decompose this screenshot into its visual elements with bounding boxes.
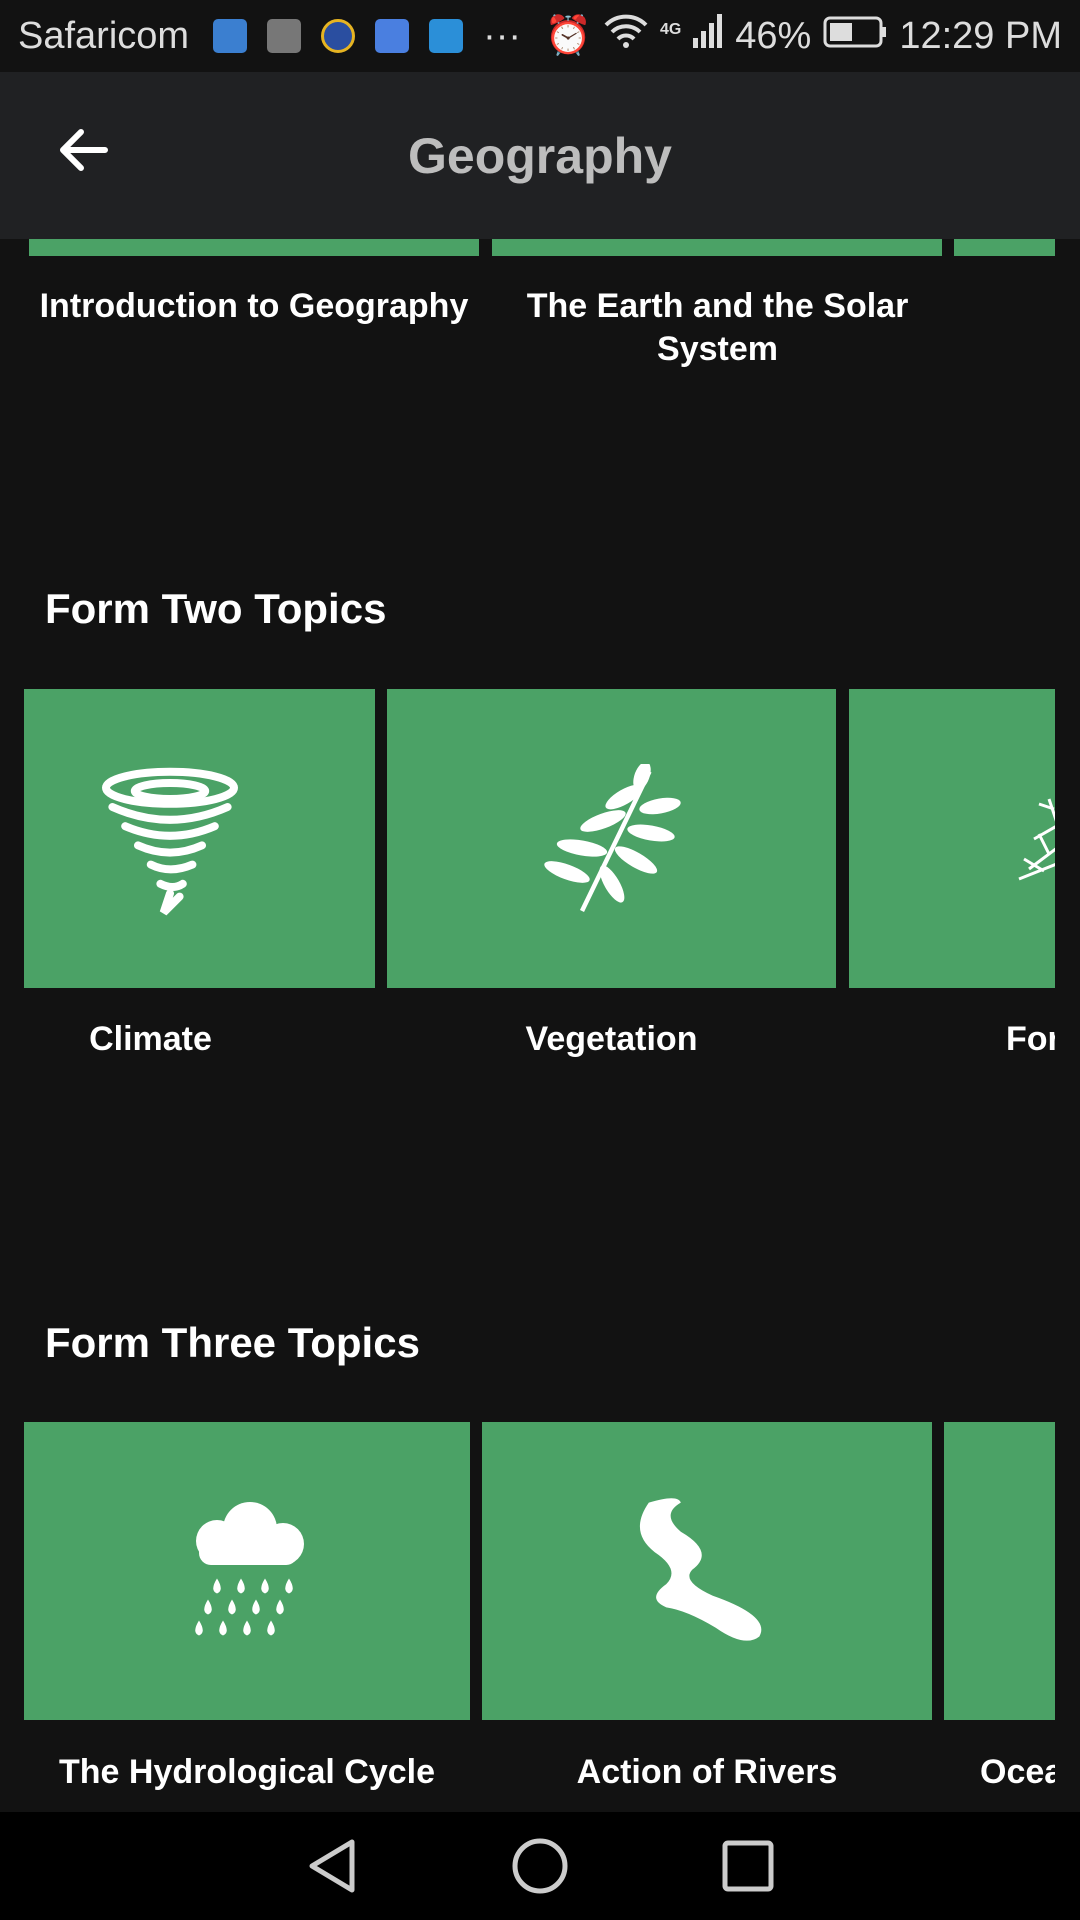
warriors-notification-icon: [321, 19, 356, 53]
topic-label[interactable]: Action of Rivers: [482, 1751, 932, 1794]
home-circle-icon[interactable]: [510, 1836, 570, 1896]
more-notifications-icon: ···: [483, 14, 522, 57]
topic-card-hydrological-cycle[interactable]: [24, 1422, 470, 1720]
network-type: 4G: [659, 21, 682, 38]
rain-cloud-icon: [195, 1502, 304, 1636]
health-notification-icon: [213, 19, 248, 53]
river-icon: [639, 1498, 762, 1641]
topic-card-earth-solar-system[interactable]: [492, 239, 942, 256]
system-nav-bar: [0, 1812, 1080, 1920]
topic-label[interactable]: Introduction to Geography: [29, 285, 479, 328]
status-bar: Safaricom ··· ⏰ 4G 46% 12:29 PM: [0, 0, 1080, 72]
topic-card-oceans[interactable]: [944, 1422, 1055, 1720]
page-title: Geography: [408, 128, 672, 184]
topics-scroll-view[interactable]: Introduction to Geography The Earth and …: [0, 239, 1055, 1812]
topic-card-climate[interactable]: [24, 689, 375, 988]
clock: 12:29 PM: [899, 14, 1062, 57]
topic-label[interactable]: For: [1006, 1018, 1055, 1061]
signal-icon: [693, 14, 723, 58]
topic-label[interactable]: The Earth and the Solar System: [510, 285, 925, 371]
wifi-icon: [604, 13, 648, 59]
topic-label[interactable]: Vegetation: [387, 1018, 836, 1061]
twitter-notification-icon: [429, 19, 464, 53]
section-title-form-three: Form Three Topics: [45, 1319, 420, 1366]
topic-card-introduction-to-geography[interactable]: [29, 239, 479, 256]
leaf-icon: [543, 763, 681, 912]
battery-icon: [823, 15, 887, 58]
topic-card-forests[interactable]: [849, 689, 1055, 988]
battery-percent: 46%: [735, 14, 812, 57]
recents-square-icon[interactable]: [720, 1838, 776, 1894]
topic-card-vegetation[interactable]: [387, 689, 836, 988]
back-triangle-icon[interactable]: [304, 1836, 360, 1896]
alarm-icon: ⏰: [544, 15, 592, 57]
topic-card-action-of-rivers[interactable]: [482, 1422, 932, 1720]
topic-label[interactable]: Ocea: [980, 1751, 1055, 1794]
tree-icon: [1018, 798, 1055, 880]
carrier: Safaricom: [18, 14, 190, 57]
topic-card-partial[interactable]: [954, 239, 1055, 256]
gallery-notification-icon: [267, 19, 302, 53]
google-news-notification-icon: [375, 19, 410, 53]
section-title-form-two: Form Two Topics: [45, 585, 387, 632]
topic-label[interactable]: Climate: [24, 1018, 277, 1061]
app-bar: Geography: [0, 72, 1080, 239]
tornado-icon: [101, 767, 238, 915]
topic-label[interactable]: The Hydrological Cycle: [24, 1751, 470, 1794]
